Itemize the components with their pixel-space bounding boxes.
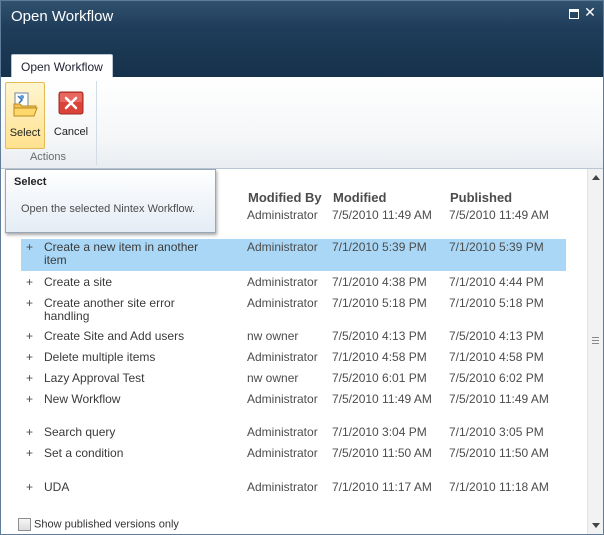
modified-date: 7/1/2010 11:17 AM xyxy=(332,480,432,494)
table-row[interactable]: + Create Site and Add users nw owner 7/5… xyxy=(21,328,566,348)
published-only-label: Show published versions only xyxy=(34,518,179,531)
published-date: 7/5/2010 4:13 PM xyxy=(449,329,544,343)
actions-group-label: Actions xyxy=(29,151,67,163)
published-only-option[interactable]: Show published versions only xyxy=(18,518,179,531)
select-button[interactable]: Select xyxy=(5,82,45,149)
workflow-name[interactable]: Lazy Approval Test xyxy=(44,372,222,385)
modified-by: Administrator xyxy=(247,392,318,406)
modified-date: 7/5/2010 4:13 PM xyxy=(332,329,427,343)
table-row[interactable]: + Set a condition Administrator 7/5/2010… xyxy=(21,445,566,477)
open-workflow-dialog: Open Workflow ✕ Open Workflow Select Can… xyxy=(0,0,604,535)
modified-date: 7/5/2010 11:50 AM xyxy=(332,446,432,460)
published-date: 7/1/2010 5:39 PM xyxy=(449,240,544,254)
close-icon[interactable]: ✕ xyxy=(584,6,596,20)
modified-date: 7/1/2010 4:38 PM xyxy=(332,275,427,289)
modified-by: nw owner xyxy=(247,371,299,385)
scroll-grip-icon[interactable] xyxy=(592,337,599,346)
modified-by: Administrator xyxy=(247,296,318,310)
modified-date: 7/1/2010 5:18 PM xyxy=(332,296,427,310)
table-row[interactable]: + Create a site Administrator 7/1/2010 4… xyxy=(21,274,566,294)
published-date: 7/1/2010 4:58 PM xyxy=(449,350,544,364)
modified-date: 7/5/2010 11:49 AM xyxy=(332,208,432,222)
table-row[interactable]: + Delete multiple items Administrator 7/… xyxy=(21,349,566,369)
expand-icon[interactable]: + xyxy=(26,426,33,439)
table-row[interactable]: + Create a new item in another item Admi… xyxy=(21,239,566,271)
tab-open-workflow[interactable]: Open Workflow xyxy=(11,54,113,78)
workflow-name[interactable]: Create Site and Add users xyxy=(44,330,222,343)
modified-by: nw owner xyxy=(247,329,299,343)
expand-icon[interactable]: + xyxy=(26,351,33,364)
table-row[interactable]: + Search query Administrator 7/1/2010 3:… xyxy=(21,424,566,444)
column-header-modified[interactable]: Modified xyxy=(333,190,386,205)
published-date: 7/5/2010 11:49 AM xyxy=(449,208,549,222)
modified-date: 7/1/2010 4:58 PM xyxy=(332,350,427,364)
published-only-checkbox[interactable] xyxy=(18,518,31,531)
modified-by: Administrator xyxy=(247,240,318,254)
modified-date: 7/5/2010 6:01 PM xyxy=(332,371,427,385)
workflow-name[interactable]: Create a new item in another item xyxy=(44,241,222,267)
modified-by: Administrator xyxy=(247,350,318,364)
tooltip-body: Open the selected Nintex Workflow. xyxy=(21,203,196,215)
published-date: 7/1/2010 4:44 PM xyxy=(449,275,544,289)
published-date: 7/5/2010 6:02 PM xyxy=(449,371,544,385)
maximize-icon[interactable] xyxy=(569,9,579,19)
cancel-button-label: Cancel xyxy=(53,126,89,138)
ribbon: Select Cancel Actions xyxy=(1,77,603,169)
tooltip-title: Select xyxy=(14,176,47,188)
published-date: 7/5/2010 11:49 AM xyxy=(449,392,549,406)
modified-date: 7/1/2010 5:39 PM xyxy=(332,240,427,254)
table-row[interactable]: + UDA Administrator 7/1/2010 11:17 AM 7/… xyxy=(21,479,566,511)
workflow-name[interactable]: Set a condition xyxy=(44,447,222,460)
column-header-published[interactable]: Published xyxy=(450,190,512,205)
published-date: 7/1/2010 11:18 AM xyxy=(449,480,549,494)
expand-icon[interactable]: + xyxy=(26,241,33,254)
select-tooltip: Select Open the selected Nintex Workflow… xyxy=(5,169,216,233)
expand-icon[interactable]: + xyxy=(26,447,33,460)
ribbon-group-divider xyxy=(96,81,97,165)
expand-icon[interactable]: + xyxy=(26,481,33,494)
expand-icon[interactable]: + xyxy=(26,393,33,406)
modified-date: 7/1/2010 3:04 PM xyxy=(332,425,427,439)
open-folder-icon xyxy=(13,92,38,117)
column-header-modified-by[interactable]: Modified By xyxy=(248,190,322,205)
workflow-name[interactable]: Create another site error handling xyxy=(44,297,222,323)
modified-by: Administrator xyxy=(247,425,318,439)
table-row[interactable]: + New Workflow Administrator 7/5/2010 11… xyxy=(21,391,566,423)
modified-date: 7/5/2010 11:49 AM xyxy=(332,392,432,406)
cancel-icon xyxy=(58,91,84,115)
modified-by: Administrator xyxy=(247,480,318,494)
modified-by: Administrator xyxy=(247,275,318,289)
published-date: 7/1/2010 5:18 PM xyxy=(449,296,544,310)
modified-by: Administrator xyxy=(247,208,318,222)
select-button-label: Select xyxy=(9,127,41,139)
workflow-name[interactable]: New Workflow xyxy=(44,393,222,406)
title-bar: Open Workflow ✕ Open Workflow xyxy=(1,1,603,78)
table-row[interactable]: + Create another site error handling Adm… xyxy=(21,295,566,327)
modified-by: Administrator xyxy=(247,446,318,460)
expand-icon[interactable]: + xyxy=(26,330,33,343)
workflow-name[interactable]: Delete multiple items xyxy=(44,351,222,364)
workflow-name[interactable]: UDA xyxy=(44,481,222,494)
workflow-name[interactable]: Search query xyxy=(44,426,222,439)
vertical-scrollbar[interactable] xyxy=(587,169,603,534)
scroll-down-arrow-icon[interactable] xyxy=(592,523,600,528)
dialog-title: Open Workflow xyxy=(11,8,114,25)
published-date: 7/1/2010 3:05 PM xyxy=(449,425,544,439)
table-row[interactable]: + Lazy Approval Test nw owner 7/5/2010 6… xyxy=(21,370,566,390)
scroll-up-arrow-icon[interactable] xyxy=(592,175,600,180)
cancel-button[interactable]: Cancel xyxy=(51,82,91,149)
expand-icon[interactable]: + xyxy=(26,276,33,289)
expand-icon[interactable]: + xyxy=(26,297,33,310)
expand-icon[interactable]: + xyxy=(26,372,33,385)
published-date: 7/5/2010 11:50 AM xyxy=(449,446,549,460)
workflow-name[interactable]: Create a site xyxy=(44,276,222,289)
